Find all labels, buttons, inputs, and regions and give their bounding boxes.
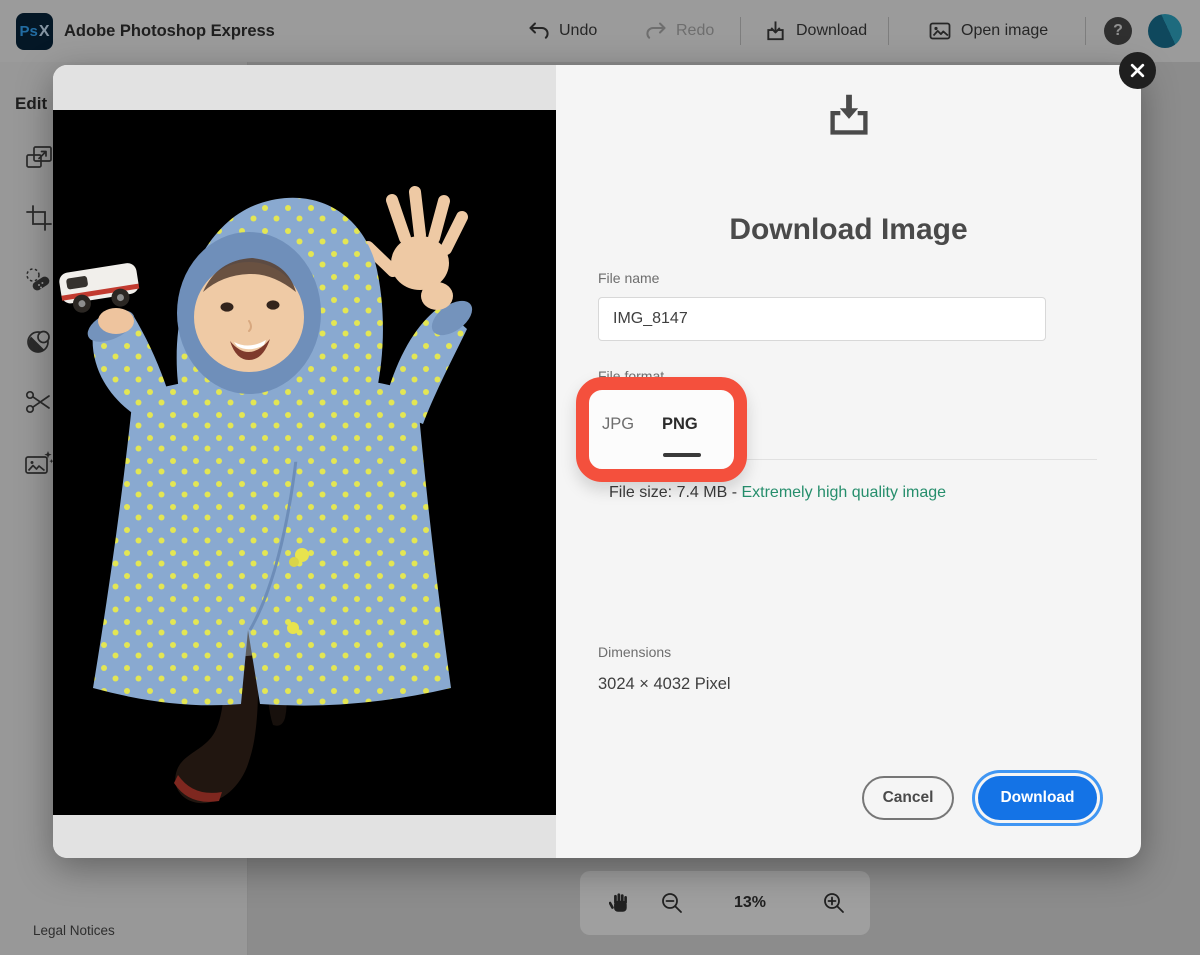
dimensions-label: Dimensions <box>598 644 671 660</box>
dimensions-value: 3024 × 4032 Pixel <box>598 675 731 694</box>
quality-link[interactable]: Extremely high quality image <box>741 484 946 501</box>
selected-format-underline <box>663 453 701 457</box>
download-tray-icon <box>822 89 876 148</box>
format-tab-png[interactable]: PNG <box>662 415 698 434</box>
close-x-icon <box>1129 62 1146 79</box>
photoshop-express-app: PsX Adobe Photoshop Express Undo Redo <box>0 0 1200 955</box>
file-size-prefix: File size: 7.4 MB - <box>609 484 741 501</box>
file-name-input[interactable] <box>598 297 1046 341</box>
download-confirm-button[interactable]: Download <box>978 776 1097 820</box>
file-name-label: File name <box>598 270 659 286</box>
download-image-modal: Download Image File name File format JPG… <box>53 65 1141 858</box>
photo-child-cutout <box>53 110 556 815</box>
close-modal-button[interactable] <box>1119 52 1156 89</box>
cancel-button[interactable]: Cancel <box>862 776 954 820</box>
download-modal-panel: Download Image File name File format JPG… <box>556 65 1141 858</box>
file-size-text: File size: 7.4 MB - Extremely high quali… <box>609 484 946 502</box>
image-preview-pane <box>53 65 556 858</box>
modal-title: Download Image <box>556 213 1141 247</box>
format-tab-jpg[interactable]: JPG <box>602 415 634 434</box>
